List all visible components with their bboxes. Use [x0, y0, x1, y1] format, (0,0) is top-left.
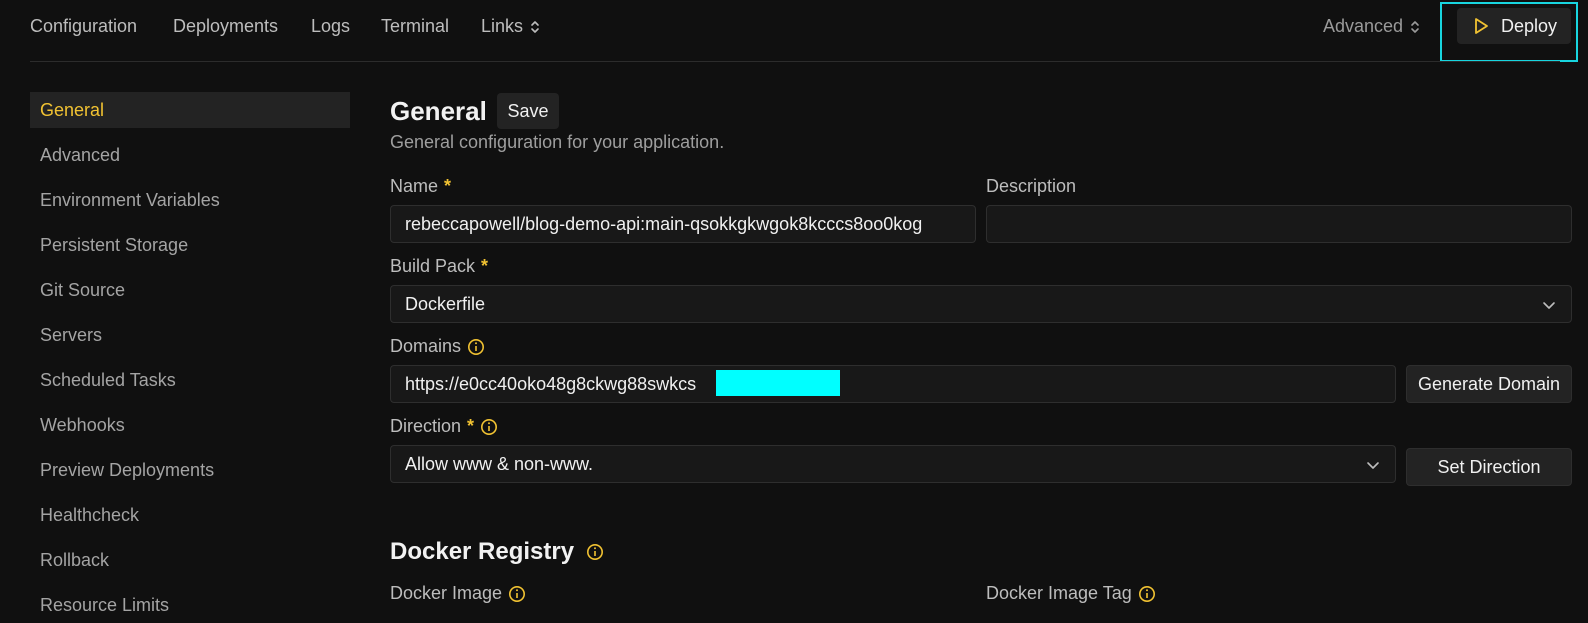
header-divider [30, 61, 1560, 62]
advanced-dropdown-label: Advanced [1323, 16, 1404, 36]
docker-image-tag-label: Docker Image Tag [986, 583, 1156, 604]
sidebar-item-servers[interactable]: Servers [30, 317, 350, 353]
buildpack-label-text: Build Pack [390, 256, 476, 276]
docker-image-label: Docker Image [390, 583, 526, 604]
nav-logs[interactable]: Logs [311, 16, 350, 37]
info-icon[interactable] [480, 418, 498, 436]
buildpack-select-value: Dockerfile [405, 293, 486, 314]
sidebar-item-resource-limits[interactable]: Resource Limits [30, 587, 350, 623]
docker-registry-title-text: Docker Registry [390, 538, 575, 565]
direction-select-value: Allow www & non-www. [405, 453, 594, 474]
docker-registry-title: Docker Registry [390, 538, 604, 566]
buildpack-label: Build Pack * [390, 256, 488, 277]
domains-field-value: https://e0cc40oko48g8ckwg88swkcs [405, 373, 697, 394]
direction-label-text: Direction [390, 416, 462, 436]
required-mark: * [444, 176, 452, 196]
buildpack-select[interactable]: Dockerfile [390, 285, 1572, 323]
info-icon[interactable] [467, 338, 485, 356]
advanced-dropdown[interactable]: Advanced [1323, 16, 1421, 37]
chevron-down-icon [1367, 462, 1379, 469]
chevron-down-icon [1543, 302, 1555, 309]
sidebar-item-rollback[interactable]: Rollback [30, 542, 350, 578]
play-icon [1475, 18, 1488, 34]
sidebar-item-webhooks[interactable]: Webhooks [30, 407, 350, 443]
set-direction-button[interactable]: Set Direction [1406, 448, 1572, 486]
sidebar-item-preview-deployments[interactable]: Preview Deployments [30, 452, 350, 488]
sidebar-item-scheduled-tasks[interactable]: Scheduled Tasks [30, 362, 350, 398]
name-label-text: Name [390, 176, 439, 196]
docker-image-label-text: Docker Image [390, 583, 503, 603]
nav-links-label: Links [481, 16, 524, 36]
domains-label-text: Domains [390, 336, 462, 356]
name-label: Name * [390, 176, 451, 197]
name-field[interactable]: rebeccapowell/blog-demo-api:main-qsokkgk… [390, 205, 976, 243]
nav-links[interactable]: Links [481, 16, 541, 37]
page-subtitle: General configuration for your applicati… [390, 132, 725, 152]
chevron-updown-icon [531, 21, 539, 34]
page-title: General [390, 96, 487, 126]
info-icon[interactable] [508, 585, 526, 603]
description-label: Description [986, 176, 1076, 197]
sidebar-item-general[interactable]: General [30, 92, 350, 128]
domains-field[interactable]: https://e0cc40oko48g8ckwg88swkcs [390, 365, 1396, 403]
description-field[interactable] [986, 205, 1572, 243]
description-label-text: Description [986, 176, 1077, 196]
name-field-value: rebeccapowell/blog-demo-api:main-qsokkgk… [405, 213, 923, 234]
nav-terminal[interactable]: Terminal [381, 16, 449, 37]
direction-select[interactable]: Allow www & non-www. [390, 445, 1396, 483]
sidebar-item-advanced[interactable]: Advanced [30, 137, 350, 173]
generate-domain-button[interactable]: Generate Domain [1406, 365, 1572, 403]
chevron-updown-icon [1411, 21, 1419, 34]
save-button[interactable]: Save [497, 93, 559, 129]
nav-deployments[interactable]: Deployments [173, 16, 278, 37]
info-icon[interactable] [586, 543, 604, 561]
deploy-button[interactable]: Deploy [1457, 8, 1571, 44]
sidebar-item-healthcheck[interactable]: Healthcheck [30, 497, 350, 533]
info-icon[interactable] [1138, 585, 1156, 603]
required-mark: * [481, 256, 489, 276]
deploy-button-label: Deploy [1500, 15, 1558, 36]
direction-label: Direction * [390, 416, 498, 437]
sidebar-item-git-source[interactable]: Git Source [30, 272, 350, 308]
sidebar-item-persistent-storage[interactable]: Persistent Storage [30, 227, 350, 263]
redaction-box [716, 370, 840, 396]
top-nav: Configuration Deployments Logs Terminal … [0, 0, 1588, 62]
required-mark: * [467, 416, 475, 436]
docker-image-tag-label-text: Docker Image Tag [986, 583, 1132, 603]
sidebar-item-environment-variables[interactable]: Environment Variables [30, 182, 350, 218]
domains-label: Domains [390, 336, 485, 357]
nav-configuration[interactable]: Configuration [30, 16, 137, 37]
